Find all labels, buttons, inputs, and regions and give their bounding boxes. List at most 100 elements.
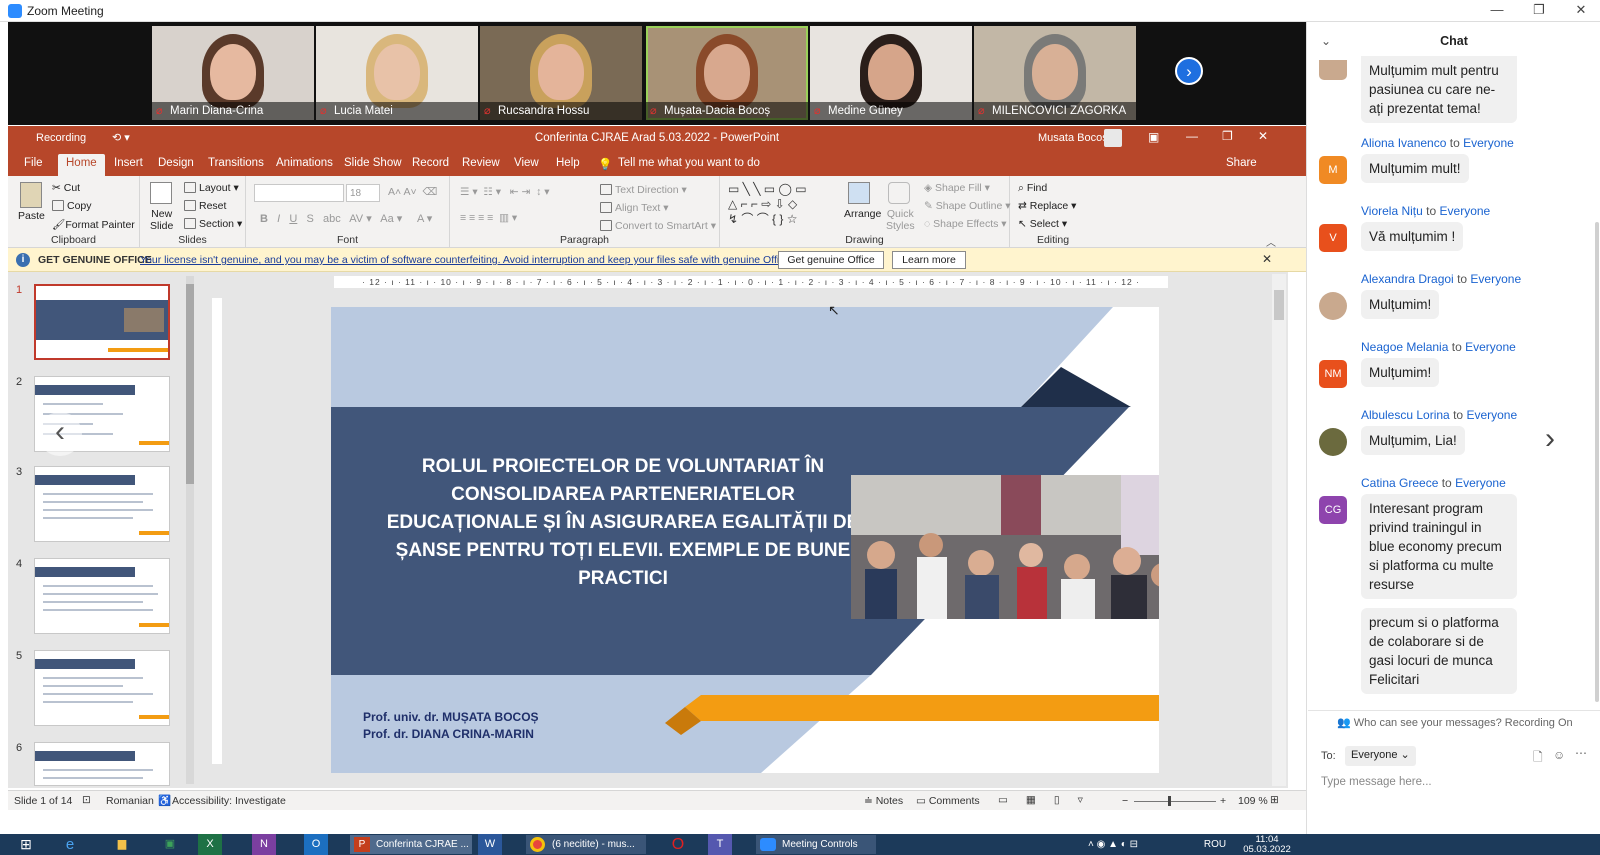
clock[interactable]: 11:04 05.03.2022 [1232, 834, 1302, 855]
ppt-minimize-icon[interactable]: — [1186, 129, 1198, 143]
replace-button[interactable]: ⇄ Replace ▾ [1018, 200, 1076, 212]
prev-share-arrow-icon[interactable]: ‹ [38, 412, 82, 456]
next-page-arrow-icon[interactable]: › [1175, 57, 1203, 85]
new-slide-icon[interactable] [150, 182, 172, 204]
close-bar-icon[interactable]: ✕ [1262, 252, 1272, 266]
emoji-icon[interactable]: ☺ [1553, 748, 1565, 762]
chat-sender[interactable]: Viorela Nițu to Everyone [1361, 204, 1490, 218]
outlook-icon[interactable]: O [304, 834, 328, 855]
tab-animations[interactable]: Animations [276, 157, 333, 169]
chat-sender[interactable]: Alexandra Dragoi to Everyone [1361, 272, 1521, 286]
recipient-select[interactable]: Everyone ⌄ [1345, 746, 1416, 766]
section-button[interactable]: Section ▾ [184, 218, 242, 230]
zoom-slider-thumb[interactable] [1168, 796, 1171, 806]
text-direction-button[interactable]: Text Direction ▾ [600, 184, 687, 196]
close-icon[interactable]: ✕ [1566, 2, 1596, 20]
tab-transitions[interactable]: Transitions [208, 157, 264, 169]
find-button[interactable]: ⌕ Find [1018, 182, 1047, 195]
chat-sender[interactable]: Albulescu Lorina to Everyone [1361, 408, 1517, 422]
restore-icon[interactable]: ❐ [1524, 2, 1554, 20]
get-genuine-office-button[interactable]: Get genuine Office [778, 251, 884, 269]
ribbon-display-icon[interactable]: ▣ [1148, 130, 1159, 144]
excel-icon[interactable]: X [198, 834, 222, 855]
select-button[interactable]: ↖ Select ▾ [1018, 218, 1067, 230]
tab-file[interactable]: File [24, 157, 43, 169]
tell-me-search[interactable]: Tell me what you want to do [618, 157, 760, 169]
learn-more-button[interactable]: Learn more [892, 251, 966, 269]
participant-tile[interactable]: Medine Güney ⌀ [810, 26, 972, 120]
thumbnail-slide-6[interactable] [34, 742, 170, 786]
font-format-icons[interactable]: B I U S abc AV ▾ Aa ▾ A ▾ [260, 212, 432, 225]
thumbnail-slide-1[interactable] [34, 284, 170, 360]
fit-slide-icon[interactable]: ⊞ [1270, 794, 1279, 806]
arrange-button[interactable]: Arrange [844, 208, 881, 220]
zoom-out-icon[interactable]: − [1122, 795, 1128, 807]
file-explorer-icon[interactable]: ▆ [104, 834, 140, 855]
user-avatar[interactable] [1104, 129, 1122, 147]
tab-design[interactable]: Design [158, 157, 194, 169]
zoom-percent[interactable]: 109 % [1238, 795, 1268, 807]
chat-sender[interactable]: Catina Greece to Everyone [1361, 476, 1506, 490]
layout-button[interactable]: Layout ▾ [184, 182, 239, 194]
teams-icon[interactable]: T [708, 834, 732, 855]
quick-styles-icon[interactable] [888, 182, 910, 204]
collapse-ribbon-icon[interactable]: ︿ [1266, 234, 1276, 249]
tab-review[interactable]: Review [462, 157, 500, 169]
participant-tile[interactable]: Lucia Matei ⌀ [316, 26, 478, 120]
zoom-in-icon[interactable]: + [1220, 795, 1226, 807]
tab-view[interactable]: View [514, 157, 539, 169]
taskbar-meeting-controls[interactable]: Meeting Controls [756, 835, 876, 854]
paste-icon[interactable] [20, 182, 42, 208]
comments-button[interactable]: ▭ Comments [916, 795, 980, 807]
shape-fill-button[interactable]: ◈ Shape Fill ▾ [924, 182, 990, 194]
font-size-input[interactable]: 18 [346, 184, 380, 202]
tab-home[interactable]: Home [58, 154, 105, 176]
share-button[interactable]: Share [1226, 157, 1257, 169]
thumbnail-slide-4[interactable] [34, 558, 170, 634]
align-text-button[interactable]: Align Text ▾ [600, 202, 669, 214]
chat-scrollbar[interactable] [1595, 222, 1599, 702]
tab-help[interactable]: Help [556, 157, 580, 169]
message-input[interactable]: Type message here... [1321, 776, 1432, 788]
edge-icon[interactable]: e [52, 834, 88, 855]
taskbar-chrome[interactable]: (6 necitite) - mus... [526, 835, 646, 854]
thumbnail-scroll-thumb[interactable] [186, 284, 194, 484]
zoom-slider[interactable] [1134, 801, 1216, 802]
word-icon[interactable]: W [478, 834, 502, 855]
shapes-gallery[interactable]: ▭ ╲ ╲ ▭ ◯ ▭ △ ⌐ ⌐ ⇨ ⇩ ◇ ↯ ⌒ ⌒ { } ☆ [728, 182, 828, 228]
shape-outline-button[interactable]: ✎ Shape Outline ▾ [924, 200, 1011, 212]
slide-scrollbar[interactable] [1272, 274, 1286, 786]
view-buttons-icon[interactable]: ▭▦▯▿ [998, 794, 1101, 806]
tab-insert[interactable]: Insert [114, 157, 143, 169]
participant-tile[interactable]: MILENCOVICI ZAGORKA ⌀ [974, 26, 1136, 120]
notes-button[interactable]: ≐ Notes [864, 795, 903, 807]
format-painter-button[interactable]: 🖌Format Painter [52, 218, 135, 231]
current-slide[interactable]: ROLUL PROIECTELOR DE VOLUNTARIAT ÎN CONS… [331, 307, 1159, 773]
participant-tile[interactable]: Mușata-Dacia Bocoș ⌀ [646, 26, 808, 120]
thumbnail-slide-5[interactable] [34, 650, 170, 726]
opera-icon[interactable]: O [660, 834, 696, 855]
system-tray-icons[interactable]: ˄ ◉ ▲ ◐ ⊟ [1088, 834, 1198, 855]
thumbnail-slide-3[interactable] [34, 466, 170, 542]
more-icon[interactable]: ⋯ [1575, 746, 1587, 760]
reset-button[interactable]: Reset [184, 200, 226, 212]
privacy-note[interactable]: 👥 Who can see your messages? Recording O… [1337, 716, 1573, 729]
convert-smartart-button[interactable]: Convert to SmartArt ▾ [600, 220, 716, 232]
quick-styles-button[interactable]: Quick Styles [886, 208, 915, 232]
arrange-icon[interactable] [848, 182, 870, 204]
language-indicator[interactable]: ROU [1200, 834, 1230, 855]
accessibility-status[interactable]: Accessibility: Investigate [172, 795, 286, 807]
cut-button[interactable]: ✂ Cut [52, 182, 80, 194]
message-link[interactable]: Your license isn't genuine, and you may … [140, 254, 821, 266]
windows-start-icon[interactable]: ⊞ [8, 834, 44, 855]
minimize-icon[interactable]: — [1482, 2, 1512, 20]
font-name-input[interactable] [254, 184, 344, 202]
align-icons[interactable]: ≡ ≡ ≡ ≡ ▥ ▾ [460, 212, 517, 224]
list-icons[interactable]: ☰ ▾ ☷ ▾ ⇤ ⇥ ↕ ▾ [460, 186, 550, 198]
language-status[interactable]: Romanian [106, 795, 154, 807]
next-share-arrow-icon[interactable]: › [1545, 422, 1555, 456]
spelling-icon[interactable]: ⊡ [82, 794, 91, 806]
participant-tile[interactable]: Rucsandra Hossu ⌀ [480, 26, 642, 120]
new-slide-button[interactable]: New Slide [150, 208, 173, 232]
shape-effects-button[interactable]: ◌ Shape Effects ▾ [924, 218, 1007, 230]
